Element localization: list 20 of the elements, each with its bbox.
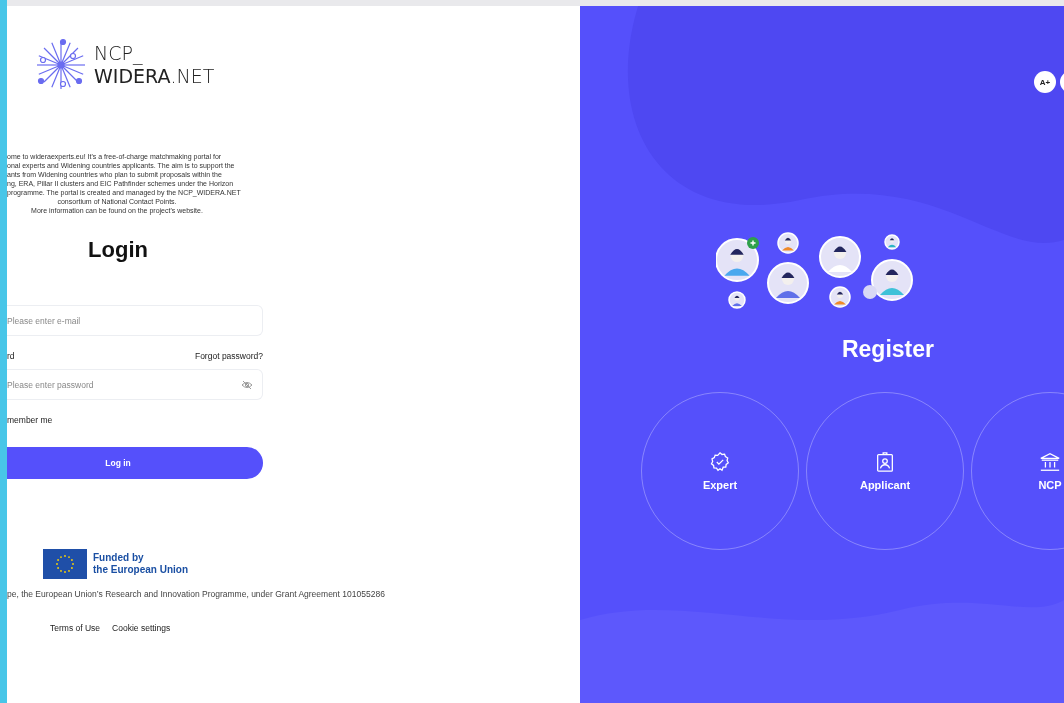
forgot-password-link[interactable]: Forgot password? — [194, 351, 263, 361]
login-title: Login — [87, 237, 149, 263]
remember-me-label[interactable]: member me — [7, 415, 53, 425]
eye-slash-icon[interactable] — [241, 380, 253, 390]
logo-text: NCP_ — [94, 42, 144, 65]
grant-text: pe, the European Union’s Research and Innovation Programme, under Grant Agreement 101055286 — [7, 589, 385, 599]
password-label: rd — [7, 351, 15, 361]
starburst-logo-icon — [34, 38, 88, 92]
login-button[interactable]: Log in — [7, 447, 263, 479]
email-field[interactable]: Please enter e-mail — [7, 305, 263, 336]
badge-check-icon — [709, 451, 731, 473]
password-field[interactable]: Please enter password — [7, 369, 263, 400]
logo-text: WIDERA.NET — [94, 65, 215, 88]
funded-by-eu-label: Funded by the European Union — [93, 552, 188, 576]
footer-link[interactable]: Cookie settings — [112, 623, 171, 633]
eu-flag-icon — [43, 549, 87, 579]
id-badge-icon — [874, 451, 896, 473]
institution-icon — [1039, 451, 1061, 473]
register-title: Register — [840, 335, 935, 363]
footer-link[interactable]: Terms of Use — [50, 623, 101, 633]
